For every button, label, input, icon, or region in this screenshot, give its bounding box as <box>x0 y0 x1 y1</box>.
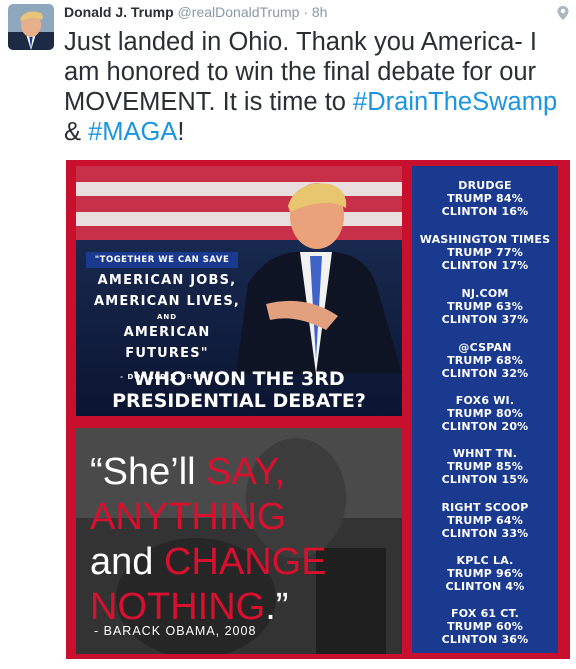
poll-results-panel: DRUDGE TRUMP 84% CLINTON 16% WASHINGTON … <box>412 166 558 653</box>
poll-clinton: CLINTON 17% <box>441 259 529 272</box>
poll-source: FOX 61 CT. <box>450 607 519 620</box>
poll-item: WASHINGTON TIMES TRUMP 77% CLINTON 17% <box>412 233 558 272</box>
hashtag-drain-the-swamp[interactable]: #DrainTheSwamp <box>353 88 557 116</box>
poll-clinton: CLINTON 37% <box>441 313 529 326</box>
poll-trump: TRUMP 60% <box>447 620 523 633</box>
poll-clinton: CLINTON 16% <box>441 205 529 218</box>
poll-item: NJ.COM TRUMP 63% CLINTON 37% <box>412 287 558 326</box>
separator-dot: · <box>303 4 308 20</box>
map-pin-icon[interactable] <box>556 5 570 21</box>
poll-trump: TRUMP 63% <box>447 300 523 313</box>
quote-and: AND <box>156 313 178 321</box>
quote-anything: ANYTHING <box>90 496 287 538</box>
avatar[interactable] <box>8 4 54 50</box>
poll-item: RIGHT SCOOP TRUMP 64% CLINTON 33% <box>412 501 558 540</box>
poll-trump: TRUMP 84% <box>447 192 523 205</box>
speaker-figure <box>236 183 402 374</box>
author-handle[interactable]: @realDonaldTrump <box>178 4 300 20</box>
poll-source: WASHINGTON TIMES <box>419 233 551 246</box>
poll-clinton: CLINTON 4% <box>445 580 525 593</box>
quote-and: and <box>90 541 164 583</box>
poll-item: DRUDGE TRUMP 84% CLINTON 16% <box>412 179 558 218</box>
poll-source: NJ.COM <box>461 287 509 300</box>
quote-close: .” <box>265 586 289 628</box>
debate-question: WHO WON THE 3RD PRESIDENTIAL DEBATE? <box>80 368 398 412</box>
poll-item: WHNT TN. TRUMP 85% CLINTON 15% <box>412 447 558 486</box>
poll-item: FOX6 WI. TRUMP 80% CLINTON 20% <box>412 394 558 433</box>
quote-line-1: AMERICAN JOBS, <box>97 273 237 288</box>
poll-item: KPLC LA. TRUMP 96% CLINTON 4% <box>412 554 558 593</box>
poll-clinton: CLINTON 33% <box>441 527 529 540</box>
obama-quote: “She’ll SAY, ANYTHING and CHANGE NOTHING… <box>90 450 390 630</box>
poll-trump: TRUMP 85% <box>447 460 523 473</box>
quote-lines: AMERICAN JOBS, AMERICAN LIVES, AND AMERI… <box>84 270 250 384</box>
poll-clinton: CLINTON 20% <box>441 420 529 433</box>
poll-source: @CSPAN <box>458 341 512 354</box>
quote-nothing: NOTHING <box>90 586 266 628</box>
poll-trump: TRUMP 68% <box>447 354 523 367</box>
question-line-2: PRESIDENTIAL DEBATE? <box>112 390 366 412</box>
hashtag-maga[interactable]: #MAGA <box>88 118 177 146</box>
poll-source: DRUDGE <box>458 179 512 192</box>
poll-source: WHNT TN. <box>452 447 518 460</box>
quote-change: CHANGE <box>163 541 327 583</box>
quote-line-2: AMERICAN LIVES, <box>93 294 241 309</box>
question-line-1: WHO WON THE 3RD <box>133 368 345 390</box>
poll-source: FOX6 WI. <box>455 394 515 407</box>
debate-question-panel: "TOGETHER WE CAN SAVE AMERICAN JOBS, AME… <box>76 166 402 416</box>
poll-trump: TRUMP 96% <box>447 567 523 580</box>
poll-clinton: CLINTON 36% <box>441 633 529 646</box>
poll-trump: TRUMP 64% <box>447 514 523 527</box>
tweet-text-part: ! <box>177 118 185 146</box>
badge-text: "TOGETHER WE CAN SAVE <box>86 252 238 268</box>
tweet-text-part: & <box>64 118 89 146</box>
poll-item: @CSPAN TRUMP 68% CLINTON 32% <box>412 341 558 380</box>
poll-clinton: CLINTON 15% <box>441 473 529 486</box>
quote-say: SAY, <box>206 451 286 493</box>
obama-attribution: - BARACK OBAMA, 2008 <box>94 624 257 638</box>
tweet-media-image[interactable]: "TOGETHER WE CAN SAVE AMERICAN JOBS, AME… <box>66 160 570 659</box>
obama-quote-panel: “She’ll SAY, ANYTHING and CHANGE NOTHING… <box>76 428 402 654</box>
tweet-text: Just landed in Ohio. Thank you America- … <box>64 27 569 147</box>
poll-source: RIGHT SCOOP <box>441 501 529 514</box>
tweet-header: Donald J. Trump @realDonaldTrump · 8h <box>64 4 327 20</box>
poll-source: KPLC LA. <box>456 554 514 567</box>
author-name[interactable]: Donald J. Trump <box>64 4 174 20</box>
quote-line-3: AMERICAN FUTURES" <box>123 325 211 361</box>
tweet-timestamp[interactable]: 8h <box>312 4 328 20</box>
poll-trump: TRUMP 80% <box>447 407 523 420</box>
quote-open: “She’ll <box>90 451 207 493</box>
poll-clinton: CLINTON 32% <box>441 367 529 380</box>
poll-item: FOX 61 CT. TRUMP 60% CLINTON 36% <box>412 607 558 646</box>
poll-trump: TRUMP 77% <box>447 246 523 259</box>
